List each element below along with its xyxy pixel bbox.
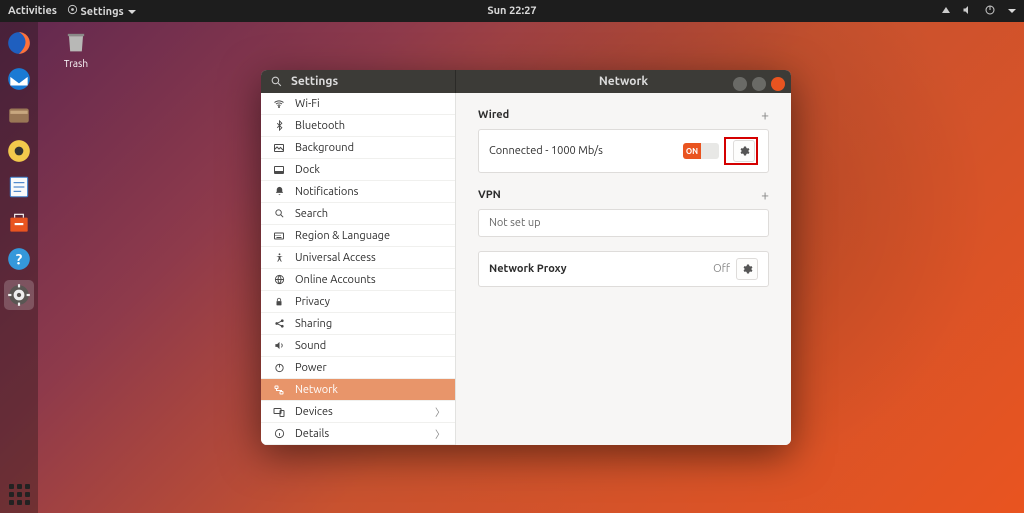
window-minimize[interactable] [733,77,747,91]
devices-icon [271,406,287,418]
vpn-row: Not set up [478,209,769,237]
svg-text:?: ? [16,250,23,267]
access-icon [271,252,287,263]
sidebar-item-label: Online Accounts [295,274,376,286]
wired-header: Wired [478,109,509,121]
sidebar-item-details[interactable]: Details 〉 [261,423,455,445]
sidebar-item-network[interactable]: Network [261,379,455,401]
sidebar-item-label: Network [295,384,338,396]
dock-firefox[interactable] [4,28,34,58]
network-panel: Wired + Connected - 1000 Mb/s ON VPN + [456,93,791,445]
system-menu-dropdown-icon[interactable] [1008,9,1016,13]
dock-thunderbird[interactable] [4,64,34,94]
proxy-label: Network Proxy [489,263,567,275]
highlight-annotation [724,137,758,165]
power-icon [271,362,287,373]
dock-apps-button[interactable] [9,484,30,505]
sidebar-item-wi-fi[interactable]: Wi-Fi [261,93,455,115]
sidebar-item-notifications[interactable]: Notifications [261,181,455,203]
wired-status: Connected - 1000 Mb/s [489,145,603,157]
share-icon [271,318,287,329]
privacy-icon [271,297,287,307]
sidebar-item-region-language[interactable]: Region & Language [261,225,455,247]
settings-sidebar: Wi-Fi Bluetooth Background Dock Notification… [261,93,456,445]
app-menu-label: Settings [81,6,124,18]
sound-icon [271,340,287,351]
dock-files[interactable] [4,100,34,130]
window-maximize[interactable] [752,77,766,91]
sidebar-item-label: Search [295,208,328,220]
desktop-trash[interactable]: Trash [56,28,96,69]
sidebar-item-label: Wi-Fi [295,98,320,110]
wired-add-button[interactable]: + [761,107,769,123]
dock-software[interactable] [4,208,34,238]
sidebar-item-background[interactable]: Background [261,137,455,159]
sidebar-item-label: Notifications [295,186,358,198]
wifi-icon [271,98,287,110]
wired-toggle[interactable]: ON [683,143,719,159]
sidebar-item-privacy[interactable]: Privacy [261,291,455,313]
region-icon [271,230,287,242]
sidebar-item-search[interactable]: Search [261,203,455,225]
dock: ? [0,22,38,513]
search-icon [271,208,287,219]
proxy-settings-button[interactable] [736,258,758,280]
sidebar-item-devices[interactable]: Devices 〉 [261,401,455,423]
sidebar-item-label: Details [295,428,329,440]
sidebar-item-bluetooth[interactable]: Bluetooth [261,115,455,137]
toggle-handle [701,143,719,159]
top-bar: Activities Settings Sun 22:27 [0,0,1024,22]
vpn-status: Not set up [489,217,541,229]
chevron-right-icon: 〉 [435,426,445,441]
chevron-right-icon: 〉 [435,404,445,419]
sidebar-item-power[interactable]: Power [261,357,455,379]
network-indicator-icon[interactable] [940,4,952,19]
power-menu-icon[interactable] [984,4,996,19]
sidebar-item-label: Bluetooth [295,120,345,132]
net-icon [271,384,287,396]
search-button[interactable] [261,75,291,88]
sidebar-item-dock[interactable]: Dock [261,159,455,181]
sidebar-item-sound[interactable]: Sound [261,335,455,357]
vpn-header: VPN [478,189,501,201]
window-close[interactable] [771,77,785,91]
activities-button[interactable]: Activities [8,5,57,17]
dock-help[interactable]: ? [4,244,34,274]
dropdown-icon [128,10,136,14]
sidebar-item-label: Sound [295,340,326,352]
sidebar-item-label: Devices [295,406,333,418]
sidebar-item-online-accounts[interactable]: Online Accounts [261,269,455,291]
settings-window: Settings Network Wi-Fi Bluetooth Backgroun… [261,70,791,445]
wired-settings-button[interactable] [733,140,755,162]
toggle-on-label: ON [683,143,701,159]
bg-icon [271,142,287,154]
trash-label: Trash [56,58,96,69]
sidebar-item-label: Dock [295,164,320,176]
sidebar-item-label: Universal Access [295,252,376,264]
wired-connection-row: Connected - 1000 Mb/s ON [478,129,769,173]
sidebar-item-label: Region & Language [295,230,390,242]
dock-rhythmbox[interactable] [4,136,34,166]
details-icon [271,428,287,439]
dock-icon [271,164,287,176]
notif-icon [271,186,287,197]
volume-icon[interactable] [962,4,974,19]
sidebar-item-label: Privacy [295,296,330,308]
titlebar[interactable]: Settings Network [261,70,791,93]
proxy-state: Off [713,263,730,275]
vpn-add-button[interactable]: + [761,187,769,203]
sidebar-item-universal-access[interactable]: Universal Access [261,247,455,269]
dock-libreoffice[interactable] [4,172,34,202]
sidebar-item-label: Background [295,142,354,154]
online-icon [271,274,287,285]
network-proxy-row: Network Proxy Off [478,251,769,287]
sidebar-item-label: Sharing [295,318,332,330]
window-app-title: Settings [291,75,338,88]
clock[interactable]: Sun 22:27 [487,5,536,17]
sidebar-item-label: Power [295,362,327,374]
sidebar-item-sharing[interactable]: Sharing [261,313,455,335]
bt-icon [271,120,287,131]
app-menu[interactable]: Settings [67,4,136,18]
dock-settings[interactable] [4,280,34,310]
